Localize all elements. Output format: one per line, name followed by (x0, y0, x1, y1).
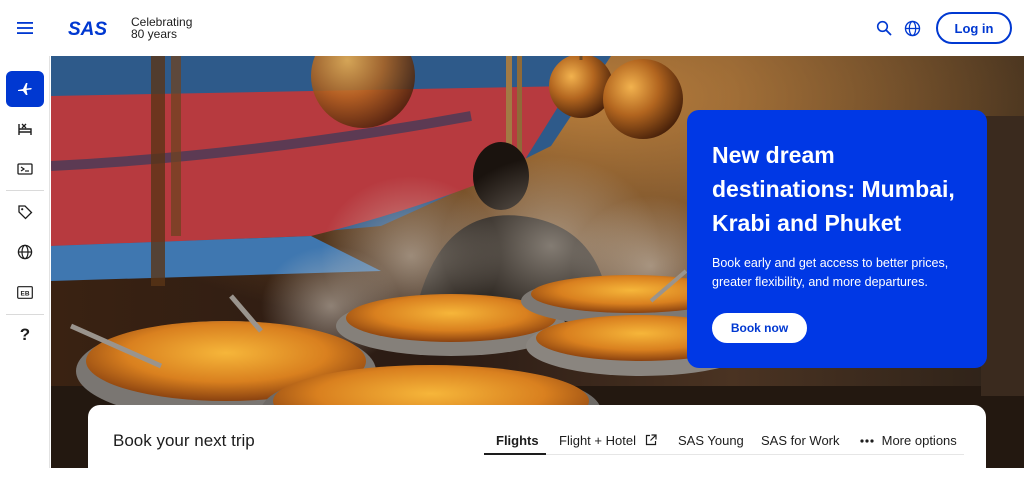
airplane-icon (18, 83, 32, 95)
promo-body: Book early and get access to better pric… (712, 256, 949, 289)
sidebar-item-flights[interactable] (6, 71, 44, 107)
sas-logo[interactable]: SAS (68, 18, 114, 40)
hamburger-menu-button[interactable] (0, 0, 50, 56)
tab-flight-hotel[interactable]: Flight + Hotel (559, 433, 657, 448)
sidebar-item-offers[interactable] (6, 194, 44, 230)
language-button[interactable] (902, 18, 922, 38)
tab-more-options[interactable]: More options (860, 433, 957, 448)
logo-text: SAS (68, 19, 107, 40)
promo-card: New dream destinations: Mumbai, Krabi an… (687, 110, 987, 368)
search-button[interactable] (874, 18, 894, 38)
hotel-bed-icon (18, 123, 32, 135)
tab-sas-for-work[interactable]: SAS for Work (761, 433, 840, 448)
sidebar-item-hotels[interactable] (6, 111, 44, 147)
sidebar-item-bookings[interactable] (6, 151, 44, 187)
booking-panel: Book your next trip Flights Flight + Hot… (88, 405, 986, 485)
search-icon (876, 20, 892, 36)
sidebar-divider (6, 314, 44, 315)
globe-icon (17, 244, 33, 260)
tab-more-options-label: More options (881, 433, 957, 448)
sidebar-item-destinations[interactable] (6, 234, 44, 270)
anniversary-badge: Celebrating 80 years (131, 16, 192, 40)
boarding-pass-icon (17, 163, 33, 175)
hamburger-menu-icon (17, 22, 33, 34)
tab-flight-hotel-label: Flight + Hotel (559, 433, 636, 448)
sidebar-item-eurobonus[interactable]: EB (6, 274, 44, 310)
eurobonus-label: EB (20, 290, 29, 297)
booking-title: Book your next trip (113, 431, 255, 450)
sidebar-nav: EB ? (0, 56, 50, 468)
active-tab-indicator (484, 453, 546, 455)
help-question-icon: ? (19, 325, 31, 344)
tab-sas-young[interactable]: SAS Young (678, 433, 744, 448)
login-button[interactable]: Log in (936, 12, 1012, 44)
site-header: SAS Celebrating 80 years Log in (0, 0, 1024, 56)
tab-flights[interactable]: Flights (496, 433, 539, 448)
sidebar-item-help[interactable]: ? (6, 317, 44, 353)
promo-heading: New dream destinations: Mumbai, Krabi an… (712, 142, 955, 236)
globe-icon (904, 20, 920, 36)
tab-divider-line (484, 454, 964, 455)
book-now-button[interactable]: Book now (712, 313, 807, 343)
tag-icon (18, 205, 33, 220)
more-dots-icon (860, 439, 874, 443)
eurobonus-card-icon: EB (17, 285, 33, 299)
anniversary-line2: 80 years (131, 27, 178, 41)
external-link-icon (645, 434, 657, 446)
sidebar-divider (6, 190, 44, 191)
